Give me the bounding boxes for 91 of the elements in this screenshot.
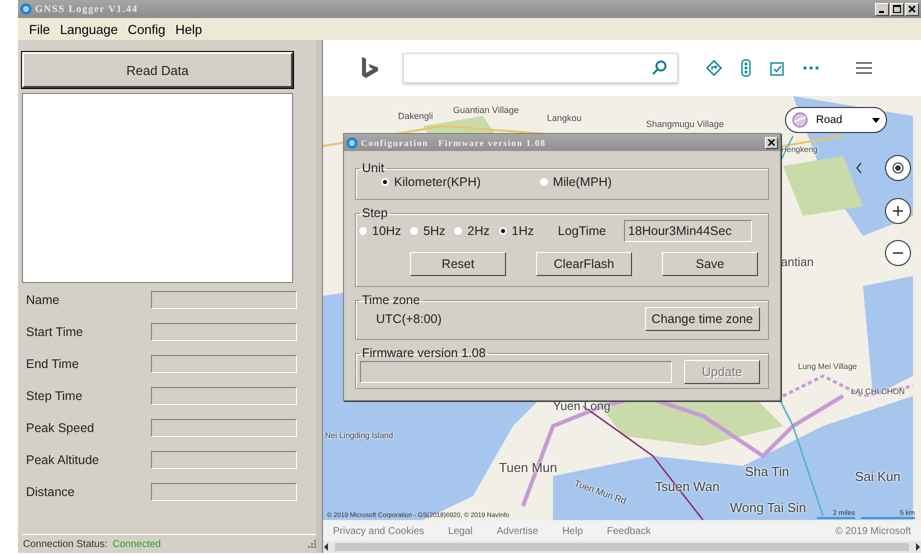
footer-link[interactable]: Help — [562, 526, 583, 536]
field-label: Start Time — [25, 324, 84, 338]
input-field[interactable] — [151, 386, 297, 404]
map-layer-icon — [792, 112, 808, 128]
footer-copyright: © 2019 Microsoft — [835, 526, 911, 536]
radio-option[interactable]: Kilometer(KPH) — [380, 175, 481, 189]
map-label: antian — [781, 256, 814, 270]
map-label: Sha Tin — [745, 465, 790, 480]
logtime-field: 18Hour3Min44Sec — [624, 220, 752, 242]
dialog-button[interactable]: ClearFlash — [536, 252, 632, 276]
map-label: Lung Mei Village — [798, 363, 858, 372]
field-label: Step Time — [25, 388, 84, 402]
footer-link[interactable]: Privacy and Cookies — [333, 526, 424, 536]
status-label: Connection Status: — [23, 538, 108, 550]
map-label: Guantian Village — [453, 106, 519, 116]
horizontal-scrollbar[interactable] — [323, 541, 921, 553]
radio-button[interactable] — [380, 177, 390, 187]
checklist-icon[interactable] — [770, 60, 785, 76]
directions-icon[interactable] — [706, 60, 722, 76]
dialog-button[interactable]: Save — [662, 252, 758, 276]
window-title: GNSS Logger V1.44 — [35, 4, 138, 14]
field-label: Distance — [25, 484, 76, 498]
menu-item[interactable]: Config — [122, 22, 170, 36]
menu-item[interactable]: Help — [170, 22, 208, 36]
input-field[interactable] — [151, 482, 297, 500]
scroll-right-icon[interactable] — [915, 543, 921, 551]
radio-button[interactable] — [498, 226, 508, 236]
footer-link[interactable]: Feedback — [606, 526, 651, 536]
input-field[interactable] — [151, 290, 297, 308]
search-icon[interactable] — [651, 60, 667, 76]
read-data-button[interactable]: Read Data — [22, 52, 293, 88]
menu-icon[interactable] — [855, 61, 873, 75]
app-logo-icon — [346, 136, 358, 148]
maximize-button[interactable] — [890, 2, 904, 16]
radio-option[interactable]: 10Hz — [358, 224, 402, 238]
locate-icon[interactable] — [892, 162, 904, 174]
close-button[interactable] — [765, 136, 778, 148]
map-label: Yuen Long — [553, 400, 610, 414]
timezone-value: UTC(+8:00) — [376, 312, 442, 326]
maximize-icon[interactable] — [893, 5, 901, 13]
bing-logo-icon[interactable] — [361, 56, 379, 80]
search-field[interactable] — [403, 53, 678, 83]
input-field[interactable] — [151, 418, 297, 436]
menu-item[interactable]: Language — [54, 22, 123, 36]
change-time-zone-button[interactable]: Change time zone — [644, 307, 760, 331]
plus-icon[interactable] — [892, 205, 904, 217]
radio-option[interactable]: 2Hz — [453, 224, 490, 238]
radio-button[interactable] — [409, 226, 420, 236]
footer-link[interactable]: Advertise — [496, 526, 538, 536]
radio-option[interactable]: 5Hz — [409, 224, 446, 238]
dropdown-arrow-icon — [872, 118, 880, 122]
radio-option[interactable]: 1Hz — [498, 224, 534, 238]
status-value: Connected — [112, 538, 161, 550]
map-label: Tuen Mun — [499, 461, 558, 476]
map-label: LAI CHI CHON — [851, 388, 905, 397]
input-field[interactable] — [151, 450, 297, 468]
field-label: Peak Altitude — [25, 452, 100, 466]
map-label: Wong Tai Sin — [730, 501, 806, 516]
zoom-out-button[interactable] — [885, 240, 911, 266]
radio-button[interactable] — [453, 226, 464, 236]
dialog-button[interactable]: Reset — [410, 252, 506, 276]
radio-option[interactable]: Mile(MPH) — [538, 175, 612, 189]
radio-button[interactable] — [538, 177, 549, 187]
logtime-label: LogTime — [558, 224, 606, 238]
app-logo-icon — [20, 3, 32, 15]
radio-button[interactable] — [358, 226, 368, 236]
close-icon[interactable] — [908, 5, 916, 13]
map-label: Dakengli — [398, 112, 434, 122]
field-label: Name — [25, 292, 60, 306]
map-style-dropdown[interactable]: Road — [785, 107, 887, 133]
group-title: Unit — [361, 161, 386, 175]
dialog-title: Configuration Firmware version 1.08 — [361, 138, 547, 148]
map-label: Langkou — [547, 114, 582, 124]
resize-grip-icon[interactable] — [308, 540, 316, 548]
group-title: Time zone — [361, 293, 421, 307]
map-label: Sai Kun — [855, 470, 901, 484]
minimize-button[interactable] — [875, 2, 889, 16]
field-label: Peak Speed — [25, 420, 96, 434]
input-field[interactable] — [151, 322, 297, 340]
field-label: End Time — [25, 356, 80, 370]
group-title: Firmware version 1.08 — [361, 346, 487, 360]
more-icon[interactable] — [803, 66, 819, 70]
map-label: Shangmugu Village — [646, 120, 724, 130]
menu-item[interactable]: File — [24, 22, 55, 36]
group-title: Step — [361, 206, 389, 220]
traffic-light-icon[interactable] — [740, 59, 752, 77]
footer-link[interactable]: Legal — [448, 526, 473, 536]
input-field[interactable] — [151, 354, 297, 372]
close-button[interactable] — [905, 2, 919, 16]
map-label: Nei Lingding Island — [325, 432, 394, 441]
map-label: Tuen Mun Rd — [572, 479, 628, 507]
